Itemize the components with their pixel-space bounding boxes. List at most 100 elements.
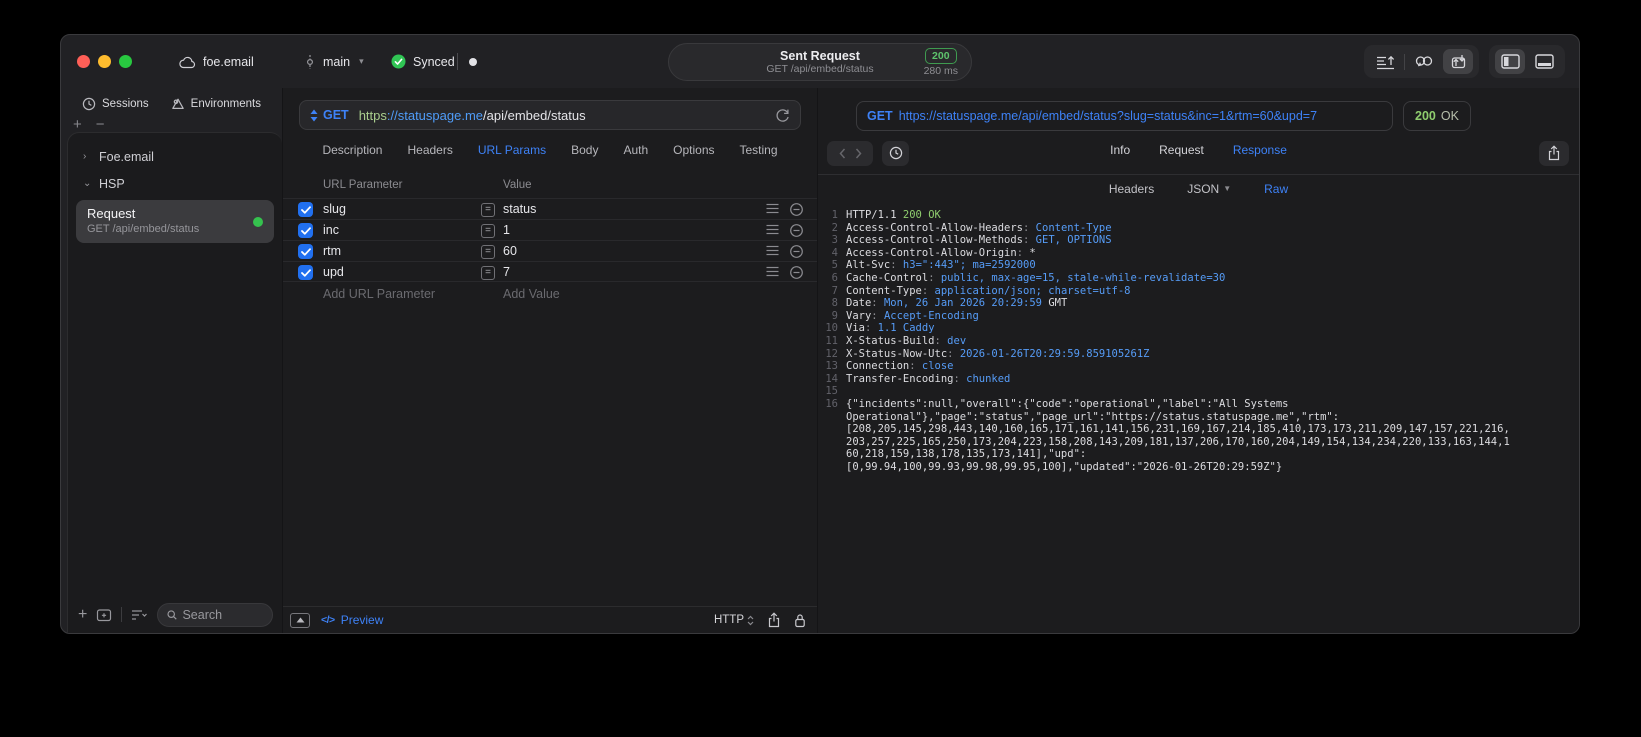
tab-sessions[interactable]: Sessions	[82, 97, 149, 111]
minimize-window-button[interactable]	[98, 55, 111, 68]
drag-handle-icon[interactable]	[766, 266, 779, 277]
response-panel: GET https://statuspage.me/api/embed/stat…	[818, 88, 1579, 633]
sync-status[interactable]: Synced	[391, 54, 455, 69]
line-number: 12	[825, 347, 838, 360]
subtab-headers[interactable]: Headers	[1109, 182, 1154, 196]
drag-handle-icon[interactable]	[766, 203, 779, 214]
tab-request[interactable]: Request	[1159, 143, 1204, 157]
protocol-select[interactable]: HTTP	[714, 614, 754, 626]
tab-body[interactable]: Body	[571, 143, 598, 157]
param-value[interactable]: 1	[503, 223, 510, 237]
request-url[interactable]: https://statuspage.me/api/embed/status	[359, 108, 586, 123]
share-request-button[interactable]	[767, 612, 781, 628]
param-value[interactable]: 7	[503, 265, 510, 279]
remove-param-icon[interactable]	[790, 266, 803, 279]
tab-response[interactable]: Response	[1233, 143, 1287, 157]
request-url-bar[interactable]: GET https://statuspage.me/api/embed/stat…	[299, 100, 801, 130]
tab-options[interactable]: Options	[673, 143, 714, 157]
sidebar: Sessions Environments + − › Foe.email ⌄	[61, 88, 282, 633]
zoom-window-button[interactable]	[119, 55, 132, 68]
param-row[interactable]: rtm = 60	[283, 240, 817, 261]
line-number: 6	[831, 271, 838, 284]
export-lines-icon	[1376, 55, 1394, 69]
remove-param-icon[interactable]	[790, 203, 803, 216]
drag-handle-icon[interactable]	[766, 224, 779, 235]
param-checkbox[interactable]	[298, 223, 313, 238]
param-name[interactable]: slug	[323, 202, 346, 216]
param-checkbox[interactable]	[298, 265, 313, 280]
ssl-lock-button[interactable]	[794, 613, 806, 628]
toggle-bottom-panel-button[interactable]	[1529, 49, 1559, 74]
remove-param-icon[interactable]	[790, 245, 803, 258]
reload-icon	[776, 108, 789, 122]
forward-button[interactable]	[855, 148, 862, 159]
tab-environments[interactable]: Environments	[171, 97, 261, 111]
row-actions	[766, 245, 803, 258]
remove-session-button[interactable]: −	[96, 117, 105, 132]
add-request-button[interactable]: +	[78, 606, 87, 622]
param-checkbox[interactable]	[298, 202, 313, 217]
check-icon	[300, 226, 311, 235]
request-summary-pill[interactable]: Sent Request GET /api/embed/status 200 2…	[668, 43, 972, 81]
preview-button[interactable]: </> Preview	[321, 613, 383, 627]
close-window-button[interactable]	[77, 55, 90, 68]
add-session-button[interactable]: +	[73, 117, 82, 132]
response-raw-view[interactable]: 1 HTTP/1.1 200 OK 2 Access-Control-Allow-He…	[818, 202, 1579, 633]
tree-group-hsp[interactable]: ⌄ HSP	[68, 170, 282, 197]
sidebar-request-item-selected[interactable]: Request GET /api/embed/status	[76, 200, 274, 243]
add-param-row[interactable]: Add URL Parameter Add Value	[283, 282, 817, 306]
param-row[interactable]: inc = 1	[283, 219, 817, 240]
sidebar-search[interactable]	[157, 602, 273, 627]
tab-testing[interactable]: Testing	[740, 143, 778, 157]
add-url-parameter-placeholder[interactable]: Add URL Parameter	[323, 287, 435, 301]
loop-sync-button[interactable]	[1409, 49, 1439, 74]
response-line: [0,99.94,100,99.93,99.98,99.95,100],"upd…	[818, 461, 1579, 474]
param-name[interactable]: inc	[323, 223, 339, 237]
request-subtitle: GET /api/embed/status	[766, 62, 874, 75]
new-folder-button[interactable]	[96, 608, 112, 622]
param-value[interactable]: 60	[503, 244, 517, 258]
export-response-button[interactable]	[1539, 140, 1569, 166]
line-number: 3	[831, 234, 838, 247]
duration-label: 280 ms	[923, 65, 958, 77]
back-button[interactable]	[838, 148, 846, 159]
param-checkbox[interactable]	[298, 244, 313, 259]
import-request-button[interactable]	[1443, 49, 1473, 74]
sidebar-tabs: Sessions Environments	[61, 88, 282, 116]
line-number: 8	[831, 297, 838, 310]
tab-url-params[interactable]: URL Params	[478, 143, 546, 157]
param-row[interactable]: upd = 7	[283, 261, 817, 282]
param-row[interactable]: slug = status	[283, 198, 817, 219]
tree-group-foe-email[interactable]: › Foe.email	[68, 143, 282, 170]
sent-method: GET	[867, 109, 893, 123]
traffic-lights	[77, 55, 132, 68]
resend-button[interactable]	[775, 108, 790, 123]
method-label[interactable]: GET	[323, 108, 349, 122]
branch-selector[interactable]: main ▾	[304, 54, 364, 70]
expand-panel-button[interactable]	[290, 612, 310, 628]
url-scheme: https	[358, 107, 387, 123]
search-input[interactable]	[182, 607, 263, 622]
project-selector[interactable]: foe.email	[179, 55, 254, 69]
export-lines-button[interactable]	[1370, 49, 1400, 74]
toggle-sidebar-button[interactable]	[1495, 49, 1525, 74]
response-line: 5 Alt-Svc: h3=":443"; ma=2592000	[818, 259, 1579, 272]
sent-request-url[interactable]: GET https://statuspage.me/api/embed/stat…	[856, 101, 1393, 131]
tab-info[interactable]: Info	[1110, 143, 1130, 157]
loop-sync-icon	[1415, 56, 1433, 67]
sort-filter-button[interactable]	[131, 609, 148, 621]
history-button[interactable]	[882, 140, 909, 166]
tab-headers[interactable]: Headers	[407, 143, 452, 157]
line-number: 10	[825, 322, 838, 335]
param-name[interactable]: rtm	[323, 244, 341, 258]
remove-param-icon[interactable]	[790, 224, 803, 237]
param-name[interactable]: upd	[323, 265, 344, 279]
subtab-json[interactable]: JSON ▼	[1187, 182, 1231, 196]
git-branch-icon	[306, 54, 314, 69]
param-value[interactable]: status	[503, 202, 536, 216]
drag-handle-icon[interactable]	[766, 245, 779, 256]
tab-description[interactable]: Description	[322, 143, 382, 157]
add-value-placeholder[interactable]: Add Value	[503, 287, 560, 301]
tab-auth[interactable]: Auth	[623, 143, 648, 157]
subtab-raw[interactable]: Raw	[1264, 182, 1288, 196]
